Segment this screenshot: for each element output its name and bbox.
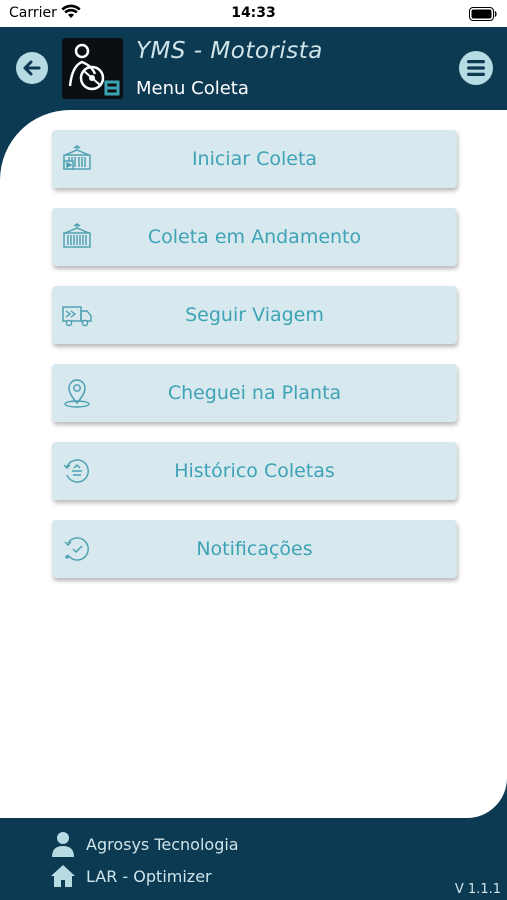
page-subtitle: Menu Coleta (136, 78, 249, 99)
driver-logo-icon (62, 38, 123, 99)
hamburger-menu-icon (467, 60, 485, 76)
menu-item-label: Histórico Coletas (174, 460, 335, 482)
product-name: LAR - Optimizer (86, 867, 212, 886)
menu-item-iniciar-coleta[interactable]: Iniciar Coleta (52, 130, 457, 188)
menu-item-seguir-viagem[interactable]: Seguir Viagem (52, 286, 457, 344)
menu-item-label: Cheguei na Planta (167, 382, 342, 404)
menu-item-historico-coletas[interactable]: Histórico Coletas (52, 442, 457, 500)
status-bar: Carrier 14:33 (0, 0, 507, 27)
hamburger-menu-button[interactable] (459, 51, 493, 85)
menu-item-cheguei-na-planta[interactable]: Cheguei na Planta (52, 364, 457, 422)
user-icon (50, 831, 76, 857)
footer (0, 810, 507, 900)
menu-item-coleta-em-andamento[interactable]: Coleta em Andamento (52, 208, 457, 266)
menu-item-notificacoes[interactable]: Notificações (52, 520, 457, 578)
menu-list: Iniciar Coleta Coleta em Andamento Segui… (52, 130, 457, 598)
app-version: V 1.1.1 (454, 882, 501, 897)
battery-icon (469, 6, 497, 25)
arrow-left-icon (23, 60, 41, 76)
menu-item-label: Notificações (196, 538, 313, 560)
menu-item-label: Seguir Viagem (185, 304, 324, 326)
company-name: Agrosys Tecnologia (86, 835, 239, 854)
app-title: YMS - Motorista (136, 38, 323, 64)
menu-item-label: Iniciar Coleta (191, 148, 318, 170)
back-button[interactable] (16, 52, 48, 84)
menu-content: Iniciar Coleta Coleta em Andamento Segui… (0, 110, 507, 818)
status-time: 14:33 (231, 5, 276, 21)
menu-item-label: Coleta em Andamento (147, 226, 362, 248)
home-icon (50, 863, 76, 889)
